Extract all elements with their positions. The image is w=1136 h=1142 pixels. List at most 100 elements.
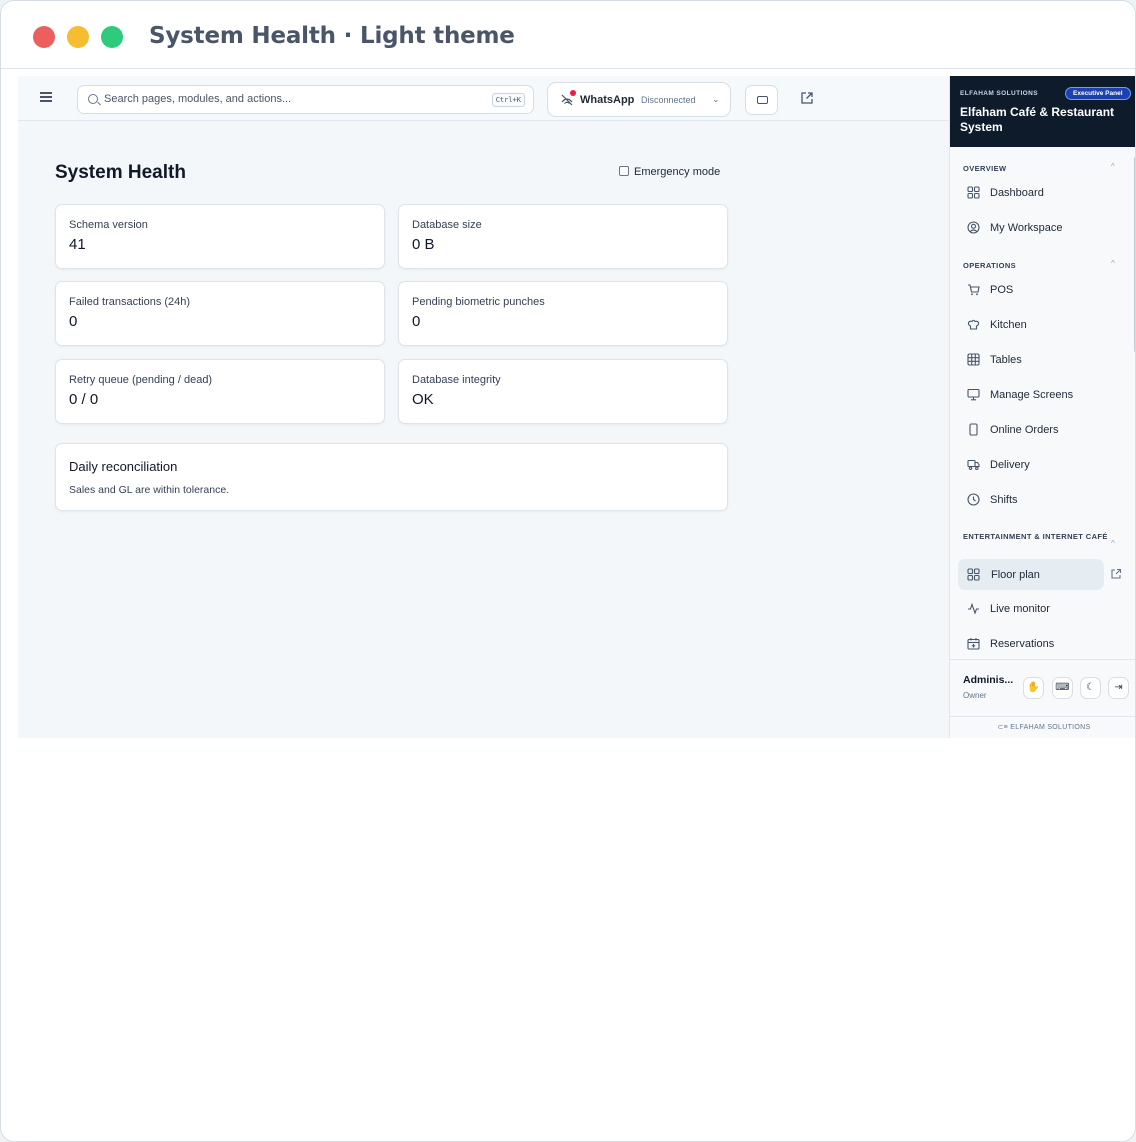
reconciliation-message: Sales and GL are within tolerance. [69, 484, 230, 496]
sidebar-item-label: My Workspace [990, 222, 1063, 234]
activity-icon [968, 602, 979, 615]
phone-icon [969, 423, 978, 436]
sidebar-nav[interactable]: OVERVIEW ^ Dashboard My Workspace OPERAT… [950, 147, 1135, 659]
sidebar-item-kitchen[interactable]: Kitchen [958, 309, 1104, 340]
sidebar-item-label: Kitchen [990, 319, 1027, 331]
keyboard-icon[interactable]: ⌨ [1052, 677, 1073, 699]
metric-label: Database size [412, 219, 482, 231]
metric-card-database-size: Database size 0 B [398, 204, 728, 269]
sidebar-footer: Adminis... Owner ✋ ⌨ ☾ ⇥ ⊂≡ ELFAHAM SOLU… [950, 659, 1135, 738]
keyboard-button[interactable] [745, 85, 778, 115]
maximize-window-button[interactable] [101, 26, 123, 48]
grid-icon [967, 568, 980, 581]
section-title-operations: OPERATIONS [963, 261, 1017, 270]
cart-icon [968, 284, 980, 296]
metric-card-retry-queue: Retry queue (pending / dead) 0 / 0 [55, 359, 385, 424]
sidebar-item-my-workspace[interactable]: My Workspace [958, 212, 1104, 243]
user-role: Owner [963, 691, 987, 700]
section-title-overview: OVERVIEW [963, 164, 1007, 173]
search-input[interactable]: Search pages, modules, and actions... Ct… [77, 85, 534, 114]
search-icon [88, 94, 98, 104]
executive-panel-badge: Executive Panel [1065, 87, 1131, 100]
chevron-down-icon: ⌄ [712, 94, 720, 104]
user-circle-icon [967, 221, 980, 234]
disconnected-indicator [570, 90, 576, 96]
sidebar-brand: ELFAHAM SOLUTIONS [960, 90, 1038, 97]
chef-hat-icon [967, 319, 980, 330]
footer-brand-text: ELFAHAM SOLUTIONS [1010, 724, 1091, 731]
sidebar-item-label: Reservations [990, 638, 1055, 650]
sidebar-item-label: Tables [990, 354, 1022, 366]
external-link-icon[interactable] [1110, 568, 1122, 580]
footer-brand: ⊂≡ ELFAHAM SOLUTIONS [950, 716, 1135, 738]
metric-value: 0 [69, 313, 78, 330]
metric-label: Pending biometric punches [412, 296, 545, 308]
metric-card-pending-biometric: Pending biometric punches 0 [398, 281, 728, 346]
sidebar-item-delivery[interactable]: Delivery [958, 449, 1104, 480]
grid-icon [967, 186, 980, 199]
monitor-icon [967, 388, 980, 401]
window-titlebar: System Health · Light theme [1, 1, 1135, 69]
sidebar-item-label: Floor plan [991, 569, 1040, 581]
metric-value: 0 / 0 [69, 391, 99, 408]
sidebar-item-label: Online Orders [990, 424, 1059, 436]
sidebar-item-label: Delivery [990, 459, 1030, 471]
sidebar-item-floor-plan[interactable]: Floor plan [958, 559, 1104, 590]
sidebar-item-live-monitor[interactable]: Live monitor [958, 593, 1104, 624]
sidebar-item-dashboard[interactable]: Dashboard [958, 177, 1104, 208]
chevron-up-icon[interactable]: ^ [1111, 539, 1115, 548]
logout-icon[interactable]: ⇥ [1108, 677, 1129, 699]
emergency-mode-toggle[interactable]: Emergency mode [619, 166, 720, 178]
sidebar-item-reservations[interactable]: Reservations [958, 628, 1104, 659]
metric-card-schema-version: Schema version 41 [55, 204, 385, 269]
sidebar-item-label: POS [990, 284, 1014, 296]
clock-icon [967, 493, 980, 506]
external-link-icon[interactable] [800, 91, 814, 105]
metric-value: 0 B [412, 236, 435, 253]
window-title: System Health · Light theme [149, 23, 515, 49]
sidebar-item-manage-screens[interactable]: Manage Screens [958, 379, 1104, 410]
table-icon [967, 353, 980, 366]
reconciliation-title: Daily reconciliation [69, 459, 178, 474]
section-title-entertainment: ENTERTAINMENT & INTERNET CAFÉ [963, 532, 1108, 541]
user-name: Adminis... [963, 674, 1014, 686]
minimize-window-button[interactable] [67, 26, 89, 48]
chevron-up-icon[interactable]: ^ [1111, 162, 1115, 171]
search-placeholder: Search pages, modules, and actions... [104, 93, 292, 105]
sidebar-item-online-orders[interactable]: Online Orders [958, 414, 1104, 445]
moon-icon[interactable]: ☾ [1080, 677, 1101, 699]
app-window: System Health · Light theme Search pages… [0, 0, 1136, 1142]
menu-icon[interactable] [40, 92, 52, 102]
sidebar-item-tables[interactable]: Tables [958, 344, 1104, 375]
page-title: System Health [55, 162, 186, 183]
sidebar-item-pos[interactable]: POS [958, 274, 1104, 305]
calendar-icon [967, 638, 980, 650]
truck-icon [967, 459, 980, 471]
whatsapp-status: Disconnected [641, 95, 696, 105]
close-window-button[interactable] [33, 26, 55, 48]
whatsapp-label: WhatsApp [580, 94, 635, 106]
keyboard-icon [757, 96, 768, 104]
emergency-mode-checkbox[interactable] [619, 166, 629, 176]
metric-label: Schema version [69, 219, 148, 231]
metric-value: 0 [412, 313, 421, 330]
metric-card-failed-transactions: Failed transactions (24h) 0 [55, 281, 385, 346]
sidebar-item-label: Dashboard [990, 187, 1044, 199]
metric-label: Failed transactions (24h) [69, 296, 191, 308]
sidebar-item-label: Manage Screens [990, 389, 1074, 401]
metric-value: OK [412, 391, 434, 408]
app-content: Search pages, modules, and actions... Ct… [18, 76, 1135, 738]
system-name: Elfaham Café & Restaurant System [960, 105, 1115, 134]
hand-icon[interactable]: ✋ [1023, 677, 1044, 699]
sidebar-item-label: Shifts [990, 494, 1018, 506]
metric-label: Database integrity [412, 374, 501, 386]
search-shortcut: Ctrl+K [491, 93, 525, 107]
top-bar: Search pages, modules, and actions... Ct… [18, 76, 949, 121]
whatsapp-status-button[interactable]: WhatsApp Disconnected ⌄ [547, 82, 731, 117]
metric-label: Retry queue (pending / dead) [69, 374, 213, 386]
sidebar-item-shifts[interactable]: Shifts [958, 484, 1104, 515]
daily-reconciliation-card: Daily reconciliation Sales and GL are wi… [55, 443, 728, 511]
metric-card-database-integrity: Database integrity OK [398, 359, 728, 424]
emergency-mode-label: Emergency mode [634, 166, 721, 178]
chevron-up-icon[interactable]: ^ [1111, 259, 1115, 268]
